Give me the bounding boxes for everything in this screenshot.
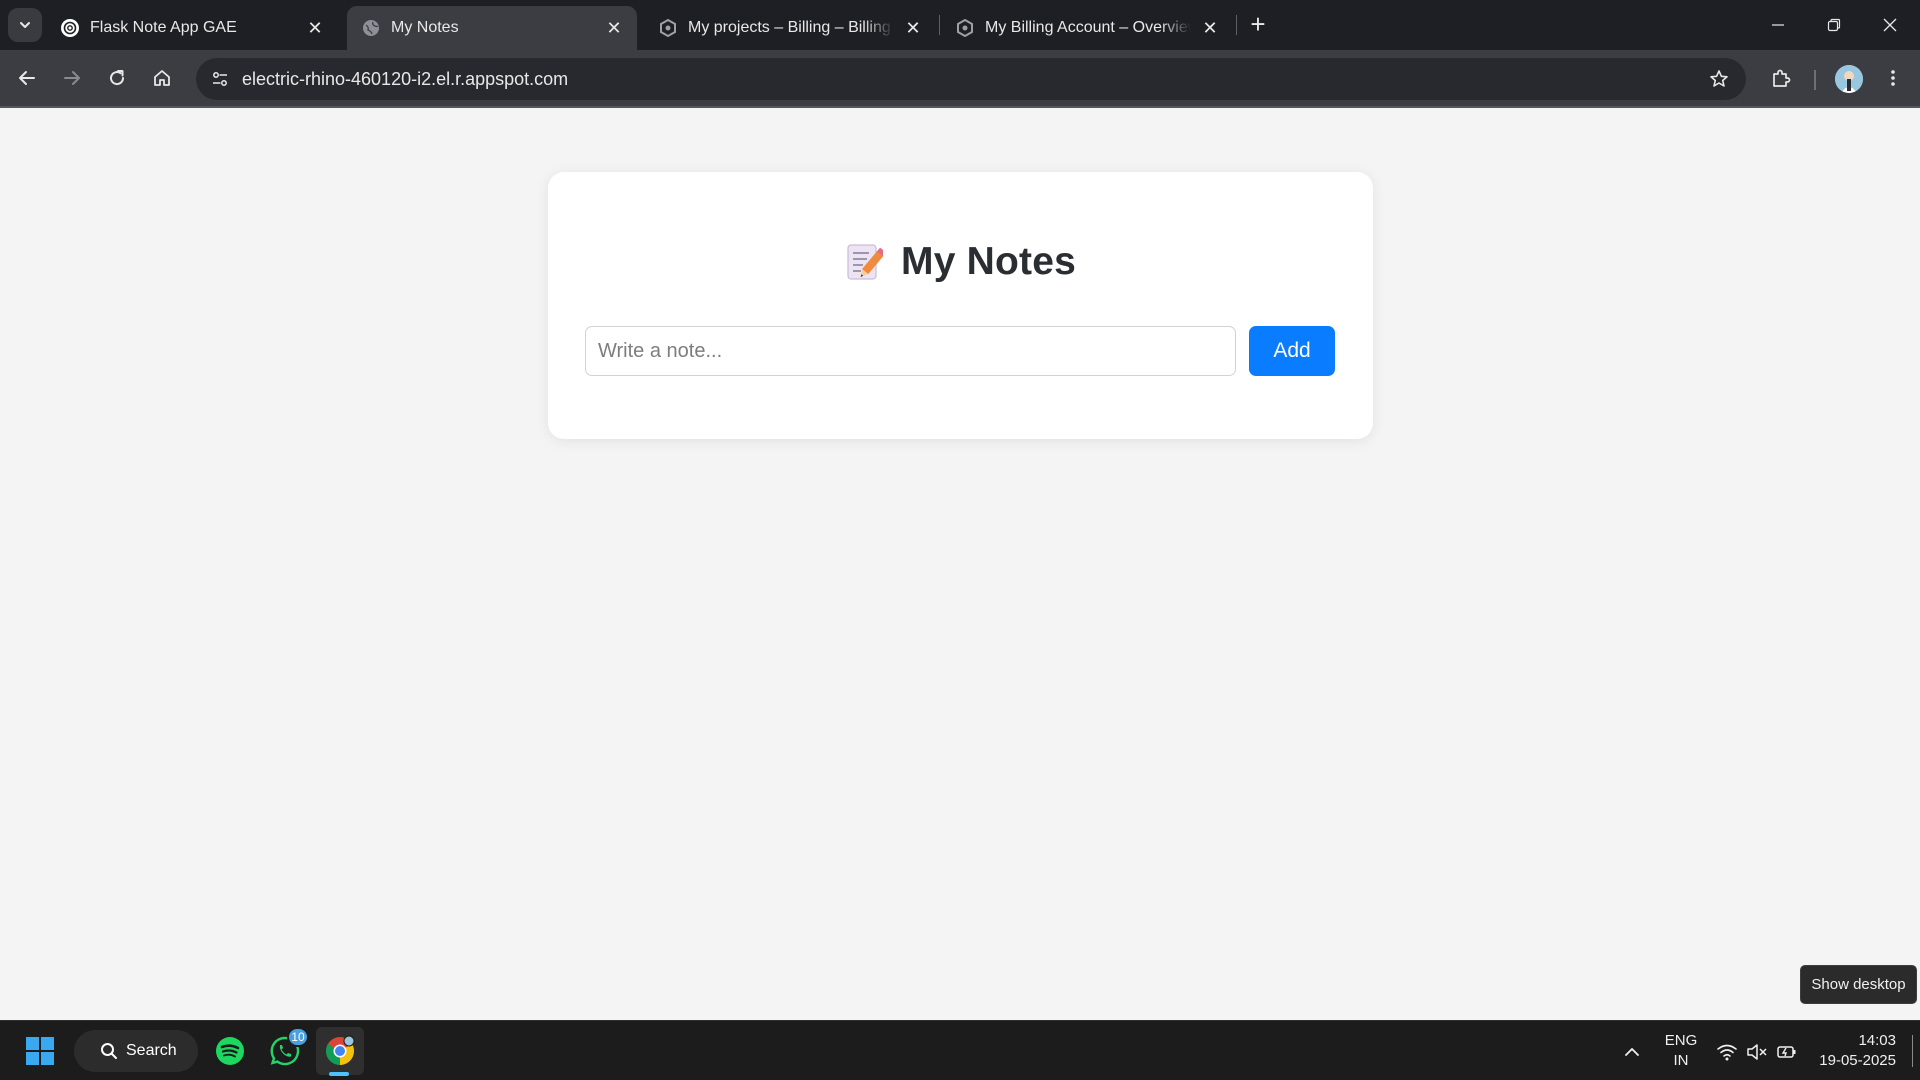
- note-input[interactable]: [585, 326, 1236, 376]
- volume-status[interactable]: [1745, 1040, 1769, 1064]
- spotify-icon: [216, 1037, 244, 1065]
- url-text[interactable]: electric-rhino-460120-i2.el.r.appspot.co…: [242, 69, 568, 90]
- search-icon: [101, 1043, 117, 1059]
- home-button[interactable]: [145, 61, 179, 95]
- add-note-button[interactable]: Add: [1249, 326, 1335, 376]
- more-vertical-icon: [1891, 70, 1895, 86]
- profile-avatar[interactable]: [1835, 65, 1863, 93]
- restore-icon: [1827, 18, 1841, 32]
- taskbar: Search 10 ENG IN 14:03 19-05-2025: [0, 1020, 1920, 1080]
- clock[interactable]: 14:03 19-05-2025: [1816, 1031, 1896, 1071]
- battery-charging-icon: [1777, 1046, 1796, 1058]
- tab-title: My Notes: [391, 19, 459, 36]
- windows-icon: [26, 1037, 54, 1065]
- address-bar[interactable]: electric-rhino-460120-i2.el.r.appspot.co…: [196, 58, 1746, 100]
- clock-time: 14:03: [1858, 1032, 1896, 1049]
- bookmark-button[interactable]: [1706, 66, 1732, 92]
- tab-strip: Flask Note App GAE ✕ My Notes ✕ My proje…: [0, 0, 1920, 50]
- taskbar-search[interactable]: Search: [74, 1030, 198, 1072]
- reload-button[interactable]: [100, 61, 134, 95]
- chevron-down-icon: [20, 22, 30, 28]
- minimize-icon: [1772, 24, 1784, 26]
- page-title: My Notes: [901, 240, 1076, 283]
- browser-toolbar: electric-rhino-460120-i2.el.r.appspot.co…: [0, 50, 1920, 108]
- tab-my-notes[interactable]: My Notes ✕: [347, 6, 637, 50]
- notes-card: My Notes Add: [548, 172, 1373, 439]
- puzzle-icon: [1773, 69, 1791, 87]
- region-code: IN: [1673, 1052, 1689, 1069]
- notification-badge: 10: [287, 1027, 309, 1047]
- toolbar-divider: [1814, 70, 1816, 90]
- tab-separator: [1236, 15, 1237, 35]
- new-tab-button[interactable]: +: [1244, 9, 1272, 39]
- home-icon: [154, 70, 170, 86]
- tab-billing-account[interactable]: My Billing Account – Overview – Billing …: [941, 6, 1233, 50]
- tray-overflow-button[interactable]: [1620, 1040, 1644, 1064]
- tab-separator: [939, 15, 940, 35]
- arrow-right-icon: [64, 71, 80, 85]
- language-indicator[interactable]: ENG IN: [1660, 1031, 1702, 1071]
- arrow-left-icon: [19, 71, 35, 85]
- globe-icon: [361, 18, 381, 38]
- language-code: ENG: [1664, 1032, 1698, 1049]
- chrome-app[interactable]: [316, 1027, 364, 1075]
- tab-title: Flask Note App GAE: [90, 19, 237, 36]
- minimize-button[interactable]: [1750, 0, 1806, 50]
- cloud-icon: [955, 18, 975, 38]
- browser-menu-button[interactable]: [1876, 61, 1910, 95]
- star-icon: [1710, 70, 1728, 87]
- show-desktop-button[interactable]: [1912, 1035, 1913, 1067]
- close-tab-icon[interactable]: ✕: [603, 17, 625, 39]
- cloud-icon: [658, 18, 678, 38]
- extensions-button[interactable]: [1764, 61, 1798, 95]
- chrome-icon: [326, 1035, 355, 1065]
- search-label: Search: [126, 1042, 177, 1059]
- restore-button[interactable]: [1806, 0, 1862, 50]
- spotify-app[interactable]: [206, 1027, 254, 1075]
- close-window-button[interactable]: [1862, 0, 1918, 50]
- wifi-status[interactable]: [1715, 1040, 1739, 1064]
- chevron-up-icon: [1625, 1047, 1639, 1056]
- start-button[interactable]: [16, 1027, 64, 1075]
- forward-button[interactable]: [55, 61, 89, 95]
- wifi-icon: [1717, 1044, 1737, 1061]
- clock-date: 19-05-2025: [1819, 1052, 1896, 1069]
- tab-flask-note-app[interactable]: Flask Note App GAE ✕: [46, 6, 338, 50]
- close-icon: [1883, 18, 1897, 32]
- battery-status[interactable]: [1775, 1040, 1799, 1064]
- page-heading: My Notes: [548, 240, 1373, 284]
- tab-title: My projects – Billing – Billing – Google…: [688, 19, 894, 36]
- tune-icon: [213, 72, 227, 86]
- site-info-button[interactable]: [204, 63, 236, 95]
- memo-icon: [847, 244, 884, 280]
- show-desktop-tooltip: Show desktop: [1800, 965, 1917, 1004]
- tab-title: My Billing Account – Overview – Billing: [985, 19, 1191, 36]
- volume-muted-icon: [1747, 1044, 1767, 1060]
- openai-icon: [60, 18, 80, 38]
- active-app-indicator: [329, 1072, 349, 1076]
- close-tab-icon[interactable]: ✕: [304, 17, 326, 39]
- tab-search-button[interactable]: [8, 8, 42, 42]
- avatar-icon: [1835, 65, 1863, 93]
- close-tab-icon[interactable]: ✕: [902, 17, 924, 39]
- tab-billing-projects[interactable]: My projects – Billing – Billing – Google…: [644, 6, 936, 50]
- back-button[interactable]: [10, 61, 44, 95]
- reload-icon: [110, 70, 125, 86]
- whatsapp-app[interactable]: 10: [261, 1027, 309, 1075]
- close-tab-icon[interactable]: ✕: [1199, 17, 1221, 39]
